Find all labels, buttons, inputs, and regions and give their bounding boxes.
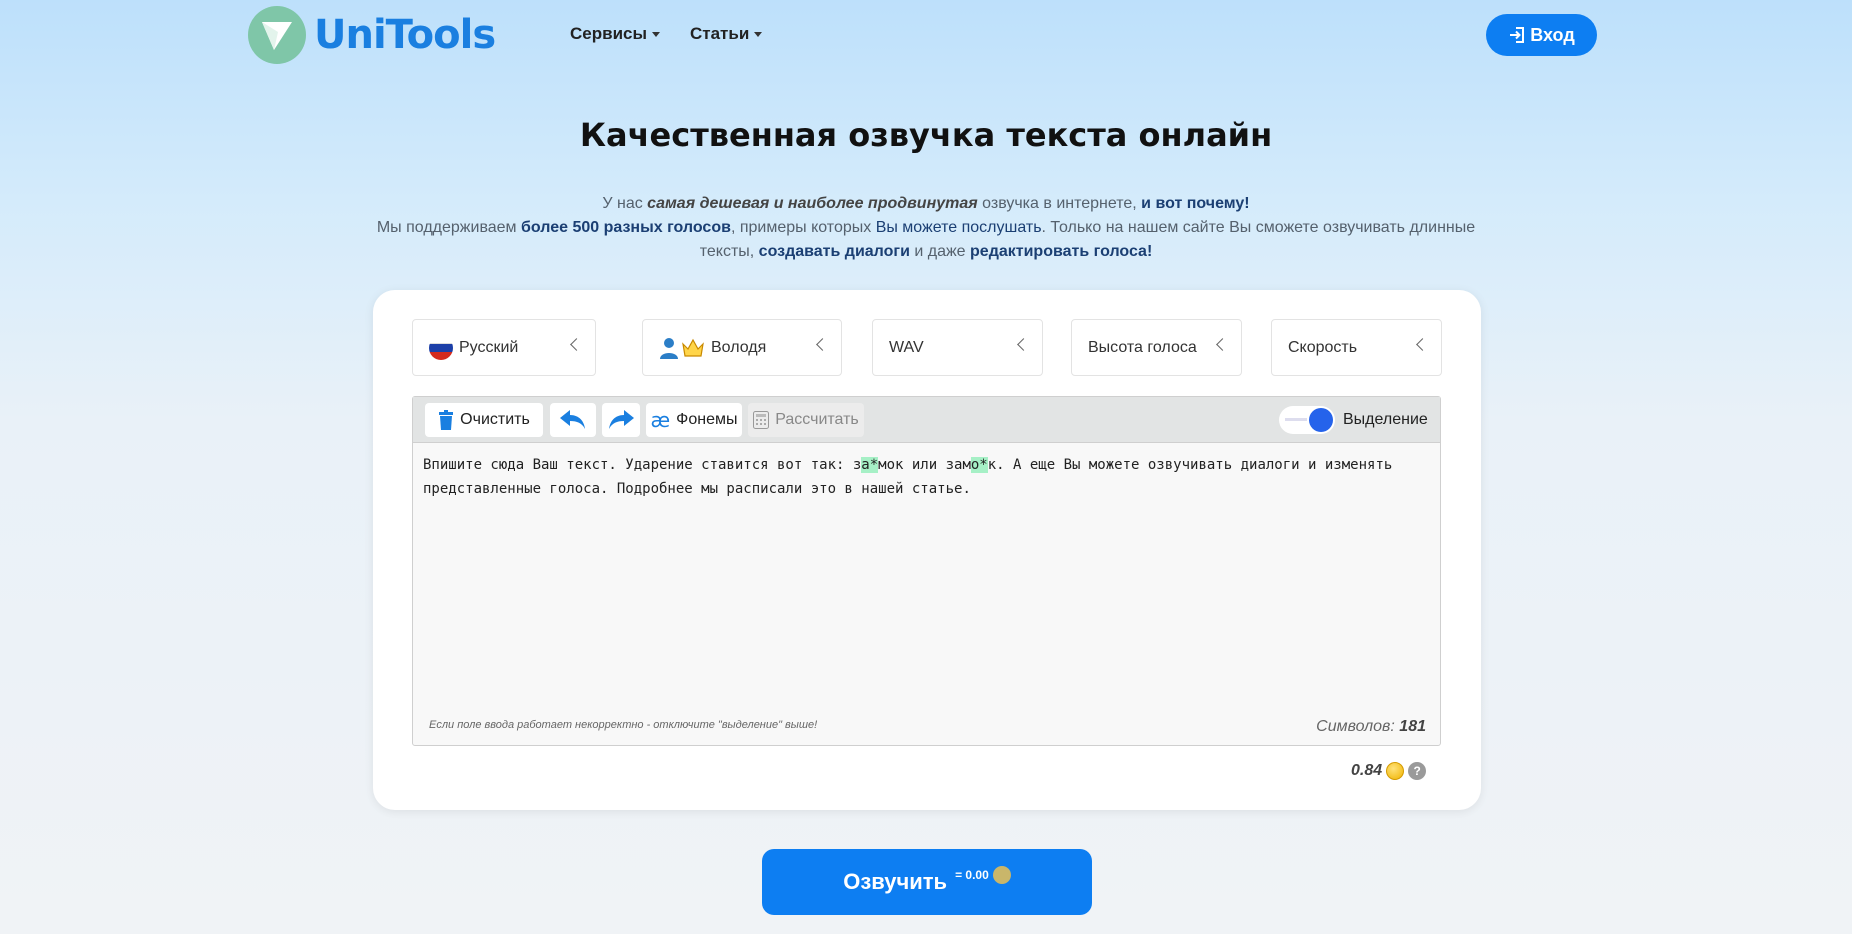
listen-link[interactable]: Вы можете послушать: [876, 219, 1042, 236]
voice-select[interactable]: Володя: [642, 319, 842, 376]
intro-text-part: тексты,: [699, 243, 759, 260]
login-label: Вход: [1530, 24, 1575, 45]
coin-icon: [1386, 762, 1405, 780]
intro-text-part: Мы поддерживаем: [376, 219, 521, 236]
nav-articles[interactable]: Статьи: [690, 24, 763, 44]
redo-button[interactable]: [602, 403, 640, 437]
login-icon: [1510, 27, 1525, 43]
undo-button[interactable]: [550, 403, 596, 437]
edit-voices-link[interactable]: редактировать голоса!: [970, 243, 1152, 260]
intro-text-part: . Только на нашем сайте Вы сможете озвуч…: [1041, 219, 1476, 236]
char-count-value: 181: [1399, 718, 1426, 735]
editor-toolbar: Очистить æ Фонемы Рассчитать Выделение: [413, 397, 1440, 443]
chevron-left-icon: [1416, 338, 1429, 351]
pitch-select[interactable]: Высота голоса: [1071, 319, 1242, 376]
trash-icon: [439, 410, 454, 430]
redo-icon: [609, 410, 634, 429]
price-info: 0.84 ?: [1351, 762, 1427, 780]
language-select[interactable]: Русский: [412, 319, 596, 376]
nav-services[interactable]: Сервисы: [570, 24, 660, 44]
clear-label: Очистить: [460, 411, 530, 428]
language-label: Русский: [459, 338, 519, 356]
tts-card: Русский Володя WAV Высота голоса Скорост…: [373, 290, 1481, 810]
intro-emphasis: самая дешевая и наиболее продвинутая: [647, 195, 978, 212]
phonemes-label: Фонемы: [676, 411, 738, 428]
char-count: Символов: 181: [1316, 718, 1426, 736]
pitch-label: Высота голоса: [1088, 338, 1197, 356]
ae-phoneme-icon: æ: [650, 408, 671, 432]
undo-icon: [560, 410, 585, 429]
text-editor: Очистить æ Фонемы Рассчитать Выделение В…: [412, 396, 1441, 746]
main-nav: Сервисы Статьи: [570, 24, 763, 44]
intro-text-part: У нас: [602, 195, 648, 212]
speak-cost: = 0.00: [955, 866, 1011, 884]
format-label: WAV: [889, 338, 924, 356]
russia-flag-icon: [429, 335, 453, 360]
logo-icon: [248, 6, 306, 64]
calculator-icon: [753, 411, 770, 429]
login-button[interactable]: Вход: [1486, 14, 1597, 56]
format-select[interactable]: WAV: [872, 319, 1043, 376]
user-icon: [660, 337, 678, 359]
intro-text-part: озвучка в интернете,: [977, 195, 1142, 212]
intro-text-part: , примеры которых: [730, 219, 876, 236]
speak-label: Озвучить: [843, 869, 948, 894]
price-value: 0.84: [1351, 762, 1383, 779]
calculate-button[interactable]: Рассчитать: [748, 403, 864, 437]
page-title: Качественная озвучка текста онлайн: [579, 116, 1273, 154]
crown-icon: [682, 338, 704, 357]
phonemes-button[interactable]: æ Фонемы: [646, 403, 742, 437]
chevron-left-icon: [1017, 338, 1030, 351]
voices-link[interactable]: более 500 разных голосов: [521, 219, 731, 236]
caret-down-icon: [652, 31, 660, 37]
char-count-label: Символов:: [1316, 718, 1400, 735]
nav-articles-label: Статьи: [690, 24, 750, 43]
dialogs-link[interactable]: создавать диалоги: [759, 243, 910, 260]
speed-label: Скорость: [1288, 338, 1358, 356]
chevron-left-icon: [1216, 338, 1229, 351]
speak-button[interactable]: Озвучить = 0.00: [762, 849, 1092, 915]
stress-mark: о*: [970, 457, 988, 473]
text-segment: мок или зам: [878, 457, 971, 473]
editor-hint: Если поле ввода работает некорректно - о…: [429, 719, 818, 731]
toggle-knob: [1309, 408, 1333, 432]
speak-cost-value: = 0.00: [955, 868, 989, 882]
clear-button[interactable]: Очистить: [425, 403, 543, 437]
coin-icon: [992, 866, 1011, 884]
text-input[interactable]: Впишите сюда Ваш текст. Ударение ставитс…: [423, 453, 1428, 501]
text-segment: Впишите сюда Ваш текст. Ударение ставитс…: [423, 457, 862, 473]
help-icon[interactable]: ?: [1408, 762, 1427, 780]
caret-down-icon: [754, 31, 763, 37]
chevron-left-icon: [570, 338, 583, 351]
header: UniTools Сервисы Статьи Вход: [0, 0, 1852, 70]
logo-text: UniTools: [314, 12, 496, 58]
intro-text-part: и даже: [909, 243, 971, 260]
calculate-label: Рассчитать: [775, 411, 859, 428]
toggle-track: [1285, 418, 1307, 421]
highlight-toggle[interactable]: [1279, 406, 1335, 434]
stress-mark: а*: [861, 457, 879, 473]
speed-select[interactable]: Скорость: [1271, 319, 1442, 376]
why-link[interactable]: и вот почему!: [1141, 195, 1249, 212]
nav-services-label: Сервисы: [570, 24, 647, 43]
intro-text: У нас самая дешевая и наиболее продвинут…: [370, 192, 1482, 264]
voice-label: Володя: [711, 338, 767, 356]
chevron-left-icon: [816, 338, 829, 351]
logo[interactable]: UniTools: [248, 6, 496, 64]
highlight-label: Выделение: [1343, 411, 1428, 428]
